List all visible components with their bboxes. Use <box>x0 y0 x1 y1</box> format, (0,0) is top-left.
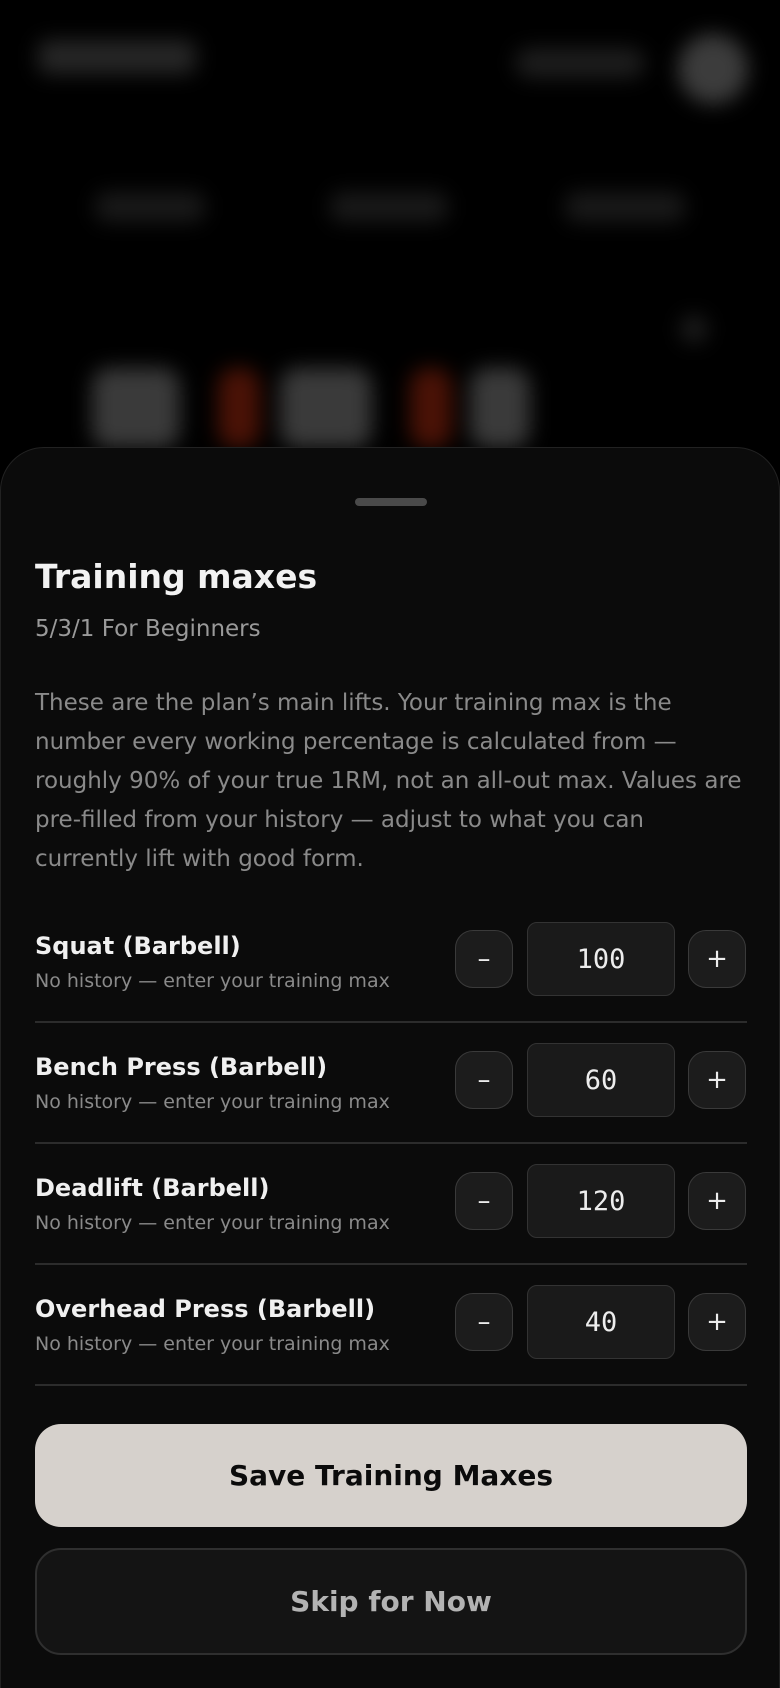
save-training-maxes-button[interactable]: Save Training Maxes <box>35 1424 747 1527</box>
increment-button[interactable]: + <box>688 1051 746 1109</box>
decrement-button[interactable]: – <box>455 930 513 988</box>
background-block <box>470 368 530 448</box>
training-maxes-sheet: Training maxes 5/3/1 For Beginners These… <box>0 447 780 1688</box>
background-icon <box>680 315 708 343</box>
decrement-button[interactable]: – <box>455 1172 513 1230</box>
lift-name: Overhead Press (Barbell) <box>35 1295 376 1323</box>
background-block <box>410 368 452 448</box>
avatar <box>678 34 748 104</box>
training-max-input[interactable] <box>527 922 675 996</box>
background-block <box>92 368 180 448</box>
header-pill <box>515 48 645 78</box>
lift-hint: No history — enter your training max <box>35 1333 390 1355</box>
sheet-description: These are the plan’s main lifts. Your tr… <box>35 690 742 872</box>
background-tab <box>95 192 205 222</box>
lift-hint: No history — enter your training max <box>35 1212 390 1234</box>
background-tab <box>330 192 448 222</box>
drag-handle[interactable] <box>355 498 427 506</box>
lift-name: Deadlift (Barbell) <box>35 1174 270 1202</box>
skip-button[interactable]: Skip for Now <box>35 1548 747 1655</box>
background-block <box>280 368 372 448</box>
lift-name: Squat (Barbell) <box>35 932 241 960</box>
background-tab <box>565 192 685 222</box>
app-screen: Training maxes 5/3/1 For Beginners These… <box>0 0 780 1688</box>
sheet-title: Training maxes <box>35 557 318 596</box>
training-max-input[interactable] <box>527 1043 675 1117</box>
lift-hint: No history — enter your training max <box>35 970 390 992</box>
increment-button[interactable]: + <box>688 930 746 988</box>
lift-row-squat: Squat (Barbell) No history — enter your … <box>35 902 747 1023</box>
lift-row-bench-press: Bench Press (Barbell) No history — enter… <box>35 1023 747 1144</box>
lift-hint: No history — enter your training max <box>35 1091 390 1113</box>
training-max-input[interactable] <box>527 1285 675 1359</box>
decrement-button[interactable]: – <box>455 1293 513 1351</box>
app-logo <box>38 40 196 74</box>
lift-name: Bench Press (Barbell) <box>35 1053 328 1081</box>
decrement-button[interactable]: – <box>455 1051 513 1109</box>
lift-list: Squat (Barbell) No history — enter your … <box>35 902 747 1386</box>
background-block <box>218 368 260 448</box>
training-max-input[interactable] <box>527 1164 675 1238</box>
lift-row-deadlift: Deadlift (Barbell) No history — enter yo… <box>35 1144 747 1265</box>
program-name: 5/3/1 For Beginners <box>35 616 261 642</box>
increment-button[interactable]: + <box>688 1172 746 1230</box>
increment-button[interactable]: + <box>688 1293 746 1351</box>
lift-row-overhead-press: Overhead Press (Barbell) No history — en… <box>35 1265 747 1386</box>
